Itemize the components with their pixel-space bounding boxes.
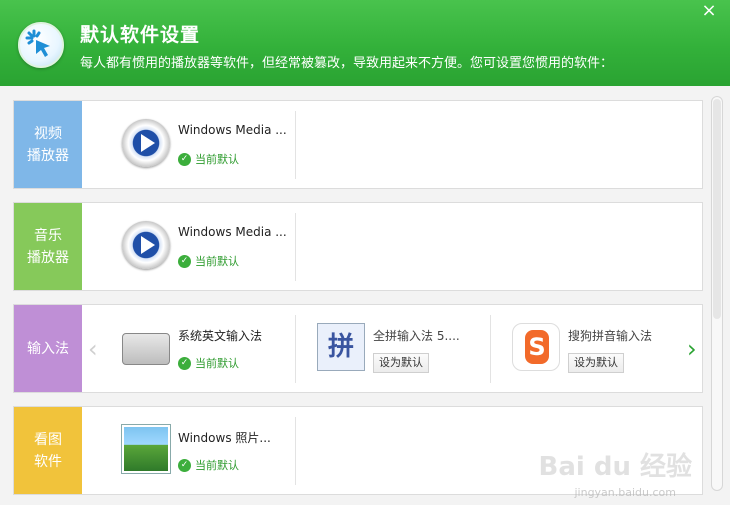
- set-default-button[interactable]: 设为默认: [568, 353, 624, 373]
- watermark-url: jingyan.baidu.com: [574, 486, 676, 499]
- default-status: ✓ 当前默认: [178, 355, 239, 371]
- windows-media-player-icon: [122, 119, 170, 167]
- software-name: Windows Media ...: [178, 225, 287, 239]
- quanpin-ime-icon: 拼: [317, 323, 365, 371]
- software-item[interactable]: Windows Media ... ✓ 当前默认: [82, 101, 287, 188]
- software-name: Windows Media ...: [178, 123, 287, 137]
- software-item[interactable]: 拼 全拼输入法 5.... 设为默认: [277, 305, 472, 392]
- software-item[interactable]: 系统英文输入法 ✓ 当前默认: [82, 305, 277, 392]
- default-status: ✓ 当前默认: [178, 457, 239, 473]
- category-tab-music: 音乐 播放器: [14, 203, 82, 290]
- software-item[interactable]: Windows Media ... ✓ 当前默认: [82, 203, 287, 290]
- default-status: ✓ 当前默认: [178, 253, 239, 269]
- check-icon: ✓: [178, 254, 191, 268]
- category-tab-ime: 输入法: [14, 305, 82, 392]
- category-row-video: 视频 播放器 Windows Media ... ✓ 当前默认: [13, 100, 703, 189]
- windows-media-player-icon: [122, 221, 170, 269]
- category-tab-video: 视频 播放器: [14, 101, 82, 188]
- software-name: 全拼输入法 5....: [373, 329, 460, 343]
- keyboard-icon: [122, 333, 170, 365]
- divider: [295, 111, 296, 179]
- category-row-music: 音乐 播放器 Windows Media ... ✓ 当前默认: [13, 202, 703, 291]
- software-item[interactable]: 搜狗拼音输入法 设为默认: [472, 305, 667, 392]
- software-item[interactable]: Windows 照片... ✓ 当前默认: [82, 407, 277, 494]
- scrollbar-thumb[interactable]: [713, 99, 721, 319]
- category-row-ime: 输入法 ‹ 系统英文输入法 ✓ 当前默认 拼 全拼输入法 5.... 设为默认 …: [13, 304, 703, 393]
- status-text: 当前默认: [195, 357, 239, 370]
- status-text: 当前默认: [195, 255, 239, 268]
- check-icon: ✓: [178, 356, 191, 370]
- check-icon: ✓: [178, 152, 191, 166]
- status-text: 当前默认: [195, 153, 239, 166]
- software-name: 搜狗拼音输入法: [568, 329, 653, 343]
- watermark-logo: Bai du 经验: [538, 452, 693, 482]
- app-logo-icon: [18, 22, 64, 68]
- check-icon: ✓: [178, 458, 191, 472]
- software-name: 系统英文输入法: [178, 329, 263, 343]
- windows-photo-viewer-icon: [122, 425, 170, 473]
- sogou-ime-icon: [512, 323, 560, 371]
- close-button[interactable]: ×: [700, 2, 718, 20]
- page-subtitle: 每人都有惯用的播放器等软件，但经常被篡改，导致用起来不方便。您可设置您惯用的软件…: [80, 56, 614, 71]
- content-area: 视频 播放器 Windows Media ... ✓ 当前默认 音乐 播放器 W…: [0, 86, 730, 505]
- divider: [295, 417, 296, 485]
- status-text: 当前默认: [195, 459, 239, 472]
- next-arrow-icon[interactable]: ›: [687, 335, 697, 363]
- header-bar: 默认软件设置 每人都有惯用的播放器等软件，但经常被篡改，导致用起来不方便。您可设…: [0, 0, 730, 86]
- software-name: Windows 照片...: [178, 431, 271, 445]
- category-tab-image: 看图 软件: [14, 407, 82, 494]
- page-title: 默认软件设置: [80, 24, 201, 46]
- vertical-scrollbar[interactable]: [711, 96, 723, 491]
- default-status: ✓ 当前默认: [178, 151, 239, 167]
- divider: [295, 213, 296, 281]
- set-default-button[interactable]: 设为默认: [373, 353, 429, 373]
